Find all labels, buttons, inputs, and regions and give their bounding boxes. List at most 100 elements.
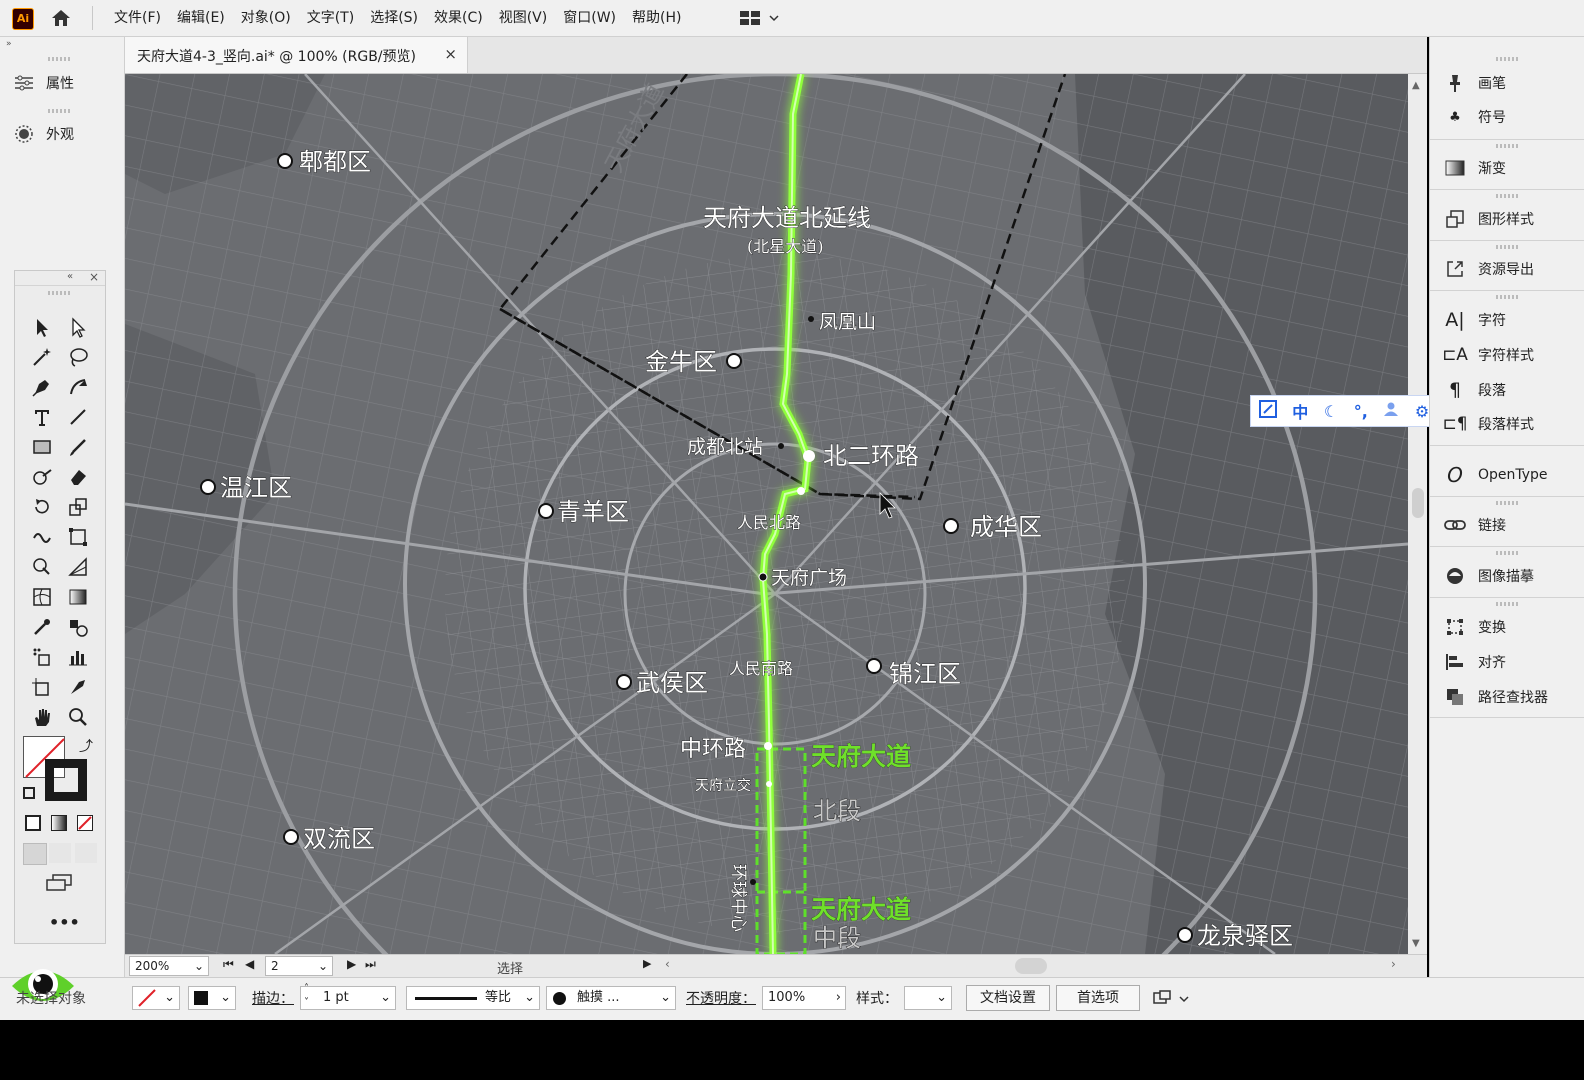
warp-tool-icon[interactable] bbox=[27, 523, 57, 551]
image-trace-panel-button[interactable]: 图像描摹 bbox=[1430, 559, 1584, 593]
column-graph-tool-icon[interactable] bbox=[63, 643, 93, 671]
perspective-grid-tool-icon[interactable] bbox=[63, 553, 93, 581]
pen-tool-icon[interactable] bbox=[27, 373, 57, 401]
panel-grip[interactable] bbox=[1496, 551, 1520, 555]
panel-grip[interactable] bbox=[48, 57, 72, 61]
eyedropper-tool-icon[interactable] bbox=[27, 613, 57, 641]
properties-panel-button[interactable]: 属性 bbox=[0, 63, 122, 103]
graphic-styles-panel-button[interactable]: 图形样式 bbox=[1430, 202, 1584, 236]
collapse-toolbox-icon[interactable]: « bbox=[67, 271, 73, 282]
zoom-tool-icon[interactable] bbox=[63, 703, 93, 731]
brush-dropdown-icon[interactable]: ⌄ bbox=[660, 987, 671, 1009]
menu-effect[interactable]: 效果(C) bbox=[426, 0, 491, 36]
zoom-field[interactable]: 200% ⌄ bbox=[129, 956, 209, 976]
panel-grip[interactable] bbox=[1496, 245, 1520, 249]
paintbrush-tool-icon[interactable] bbox=[63, 433, 93, 461]
zoom-dropdown-icon[interactable]: ⌄ bbox=[194, 957, 204, 975]
document-tab[interactable]: 天府大道4-3_竖向.ai* @ 100% (RGB/预览) × bbox=[125, 37, 468, 73]
stroke-dropdown-icon[interactable]: ⌄ bbox=[220, 987, 231, 1009]
mesh-tool-icon[interactable] bbox=[27, 583, 57, 611]
vertical-scrollbar[interactable]: ▲ ▼ bbox=[1408, 74, 1427, 954]
character-styles-panel-button[interactable]: ⊏A 字符样式 bbox=[1430, 338, 1584, 372]
brushes-panel-button[interactable]: 画笔 bbox=[1430, 66, 1584, 100]
swap-fill-stroke-icon[interactable]: ⤴ bbox=[79, 736, 93, 756]
ime-chinese-mode[interactable]: 中 bbox=[1292, 399, 1308, 423]
ime-user-icon[interactable] bbox=[1383, 401, 1399, 421]
menu-file[interactable]: 文件(F) bbox=[106, 0, 169, 36]
opacity-field[interactable]: 100% › bbox=[762, 986, 846, 1010]
line-tool-icon[interactable] bbox=[63, 403, 93, 431]
transform-panel-button[interactable]: 变换 bbox=[1430, 610, 1584, 644]
color-mode-icon[interactable] bbox=[25, 815, 41, 831]
rectangle-tool-icon[interactable] bbox=[27, 433, 57, 461]
arrange-documents-icon[interactable] bbox=[1152, 989, 1192, 1013]
document-setup-button[interactable]: 文档设置 bbox=[966, 985, 1050, 1011]
panel-grip[interactable] bbox=[1496, 602, 1520, 606]
asset-export-panel-button[interactable]: 资源导出 bbox=[1430, 252, 1584, 286]
edit-toolbar-icon[interactable]: ••• bbox=[49, 913, 80, 932]
gradient-mode-icon[interactable] bbox=[51, 815, 67, 831]
style-picker[interactable]: ⌄ bbox=[904, 986, 952, 1010]
artboard-dropdown-icon[interactable]: ⌄ bbox=[318, 957, 328, 975]
panel-grip[interactable] bbox=[1496, 144, 1520, 148]
direct-selection-tool-icon[interactable] bbox=[63, 313, 93, 341]
paragraph-styles-panel-button[interactable]: ⊏¶ 段落样式 bbox=[1430, 407, 1584, 441]
close-tab-icon[interactable]: × bbox=[444, 45, 457, 63]
menu-window[interactable]: 窗口(W) bbox=[555, 0, 624, 36]
last-artboard-icon[interactable]: ⏭ bbox=[365, 957, 376, 972]
stroke-weight-up-icon[interactable]: ˄ bbox=[304, 984, 309, 994]
character-panel-button[interactable]: A| 字符 bbox=[1430, 303, 1584, 337]
symbols-panel-button[interactable]: ♣ 符号 bbox=[1430, 100, 1584, 134]
shaper-tool-icon[interactable] bbox=[27, 463, 57, 491]
gradient-panel-button[interactable]: 渐变 bbox=[1430, 151, 1584, 185]
appearance-panel-button[interactable]: 外观 bbox=[0, 114, 122, 154]
scroll-up-icon[interactable]: ▲ bbox=[1412, 80, 1420, 91]
opentype-panel-button[interactable]: O OpenType bbox=[1430, 458, 1584, 492]
artboard-canvas[interactable]: 郫都区 金牛区 温江区 青羊区 成华区 武侯区 锦江区 双流区 龙泉驿区 凤凰山… bbox=[125, 74, 1408, 954]
toolbox-grip[interactable] bbox=[48, 291, 72, 295]
artboard-tool-icon[interactable] bbox=[27, 673, 57, 701]
slice-tool-icon[interactable] bbox=[63, 673, 93, 701]
panel-grip[interactable] bbox=[1496, 57, 1520, 61]
stroke-weight-field[interactable]: ˄ ˅ 1 pt ⌄ bbox=[300, 984, 396, 1010]
next-artboard-icon[interactable]: ▶ bbox=[347, 957, 356, 971]
curvature-tool-icon[interactable] bbox=[63, 373, 93, 401]
links-panel-button[interactable]: 链接 bbox=[1430, 508, 1584, 542]
eraser-tool-icon[interactable] bbox=[63, 463, 93, 491]
fill-color-picker[interactable]: ⌄ bbox=[132, 986, 180, 1010]
rotate-tool-icon[interactable] bbox=[27, 493, 57, 521]
ime-settings-icon[interactable]: ⚙ bbox=[1415, 402, 1429, 421]
free-transform-tool-icon[interactable] bbox=[63, 523, 93, 551]
gradient-tool-icon[interactable] bbox=[63, 583, 93, 611]
previous-artboard-icon[interactable]: ◀ bbox=[245, 957, 254, 971]
opacity-arrow-icon[interactable]: › bbox=[836, 987, 841, 1009]
opacity-label[interactable]: 不透明度： bbox=[686, 988, 756, 1008]
fill-dropdown-icon[interactable]: ⌄ bbox=[164, 987, 175, 1009]
profile-dropdown-icon[interactable]: ⌄ bbox=[524, 987, 535, 1009]
close-toolbox-icon[interactable]: × bbox=[89, 270, 99, 284]
draw-behind-icon[interactable] bbox=[49, 843, 71, 863]
panel-grip[interactable] bbox=[1496, 194, 1520, 198]
hand-tool-icon[interactable] bbox=[27, 703, 57, 731]
menu-edit[interactable]: 编辑(E) bbox=[169, 0, 233, 36]
scroll-down-icon[interactable]: ▼ bbox=[1412, 938, 1420, 949]
ime-switch-icon[interactable] bbox=[1258, 400, 1277, 422]
panel-grip[interactable] bbox=[1496, 295, 1520, 299]
scroll-right-icon[interactable]: › bbox=[1391, 957, 1396, 971]
artboard-number-field[interactable]: 2 ⌄ bbox=[265, 956, 333, 976]
lasso-tool-icon[interactable] bbox=[63, 343, 93, 371]
status-menu-icon[interactable]: ▶ bbox=[643, 957, 651, 970]
panel-grip[interactable] bbox=[48, 109, 72, 113]
selection-tool-icon[interactable] bbox=[27, 313, 57, 341]
menu-view[interactable]: 视图(V) bbox=[491, 0, 556, 36]
preferences-button[interactable]: 首选项 bbox=[1056, 985, 1140, 1011]
ime-punctuation-icon[interactable]: °, bbox=[1354, 402, 1368, 421]
menu-object[interactable]: 对象(O) bbox=[233, 0, 299, 36]
style-dropdown-icon[interactable]: ⌄ bbox=[936, 987, 947, 1009]
default-fill-stroke-icon[interactable] bbox=[23, 787, 35, 799]
horizontal-scroll-thumb[interactable] bbox=[1015, 958, 1047, 974]
stroke-color-picker[interactable]: ⌄ bbox=[188, 986, 236, 1010]
workspace-switcher[interactable] bbox=[740, 9, 780, 27]
symbol-sprayer-tool-icon[interactable] bbox=[27, 643, 57, 671]
magic-wand-tool-icon[interactable] bbox=[27, 343, 57, 371]
